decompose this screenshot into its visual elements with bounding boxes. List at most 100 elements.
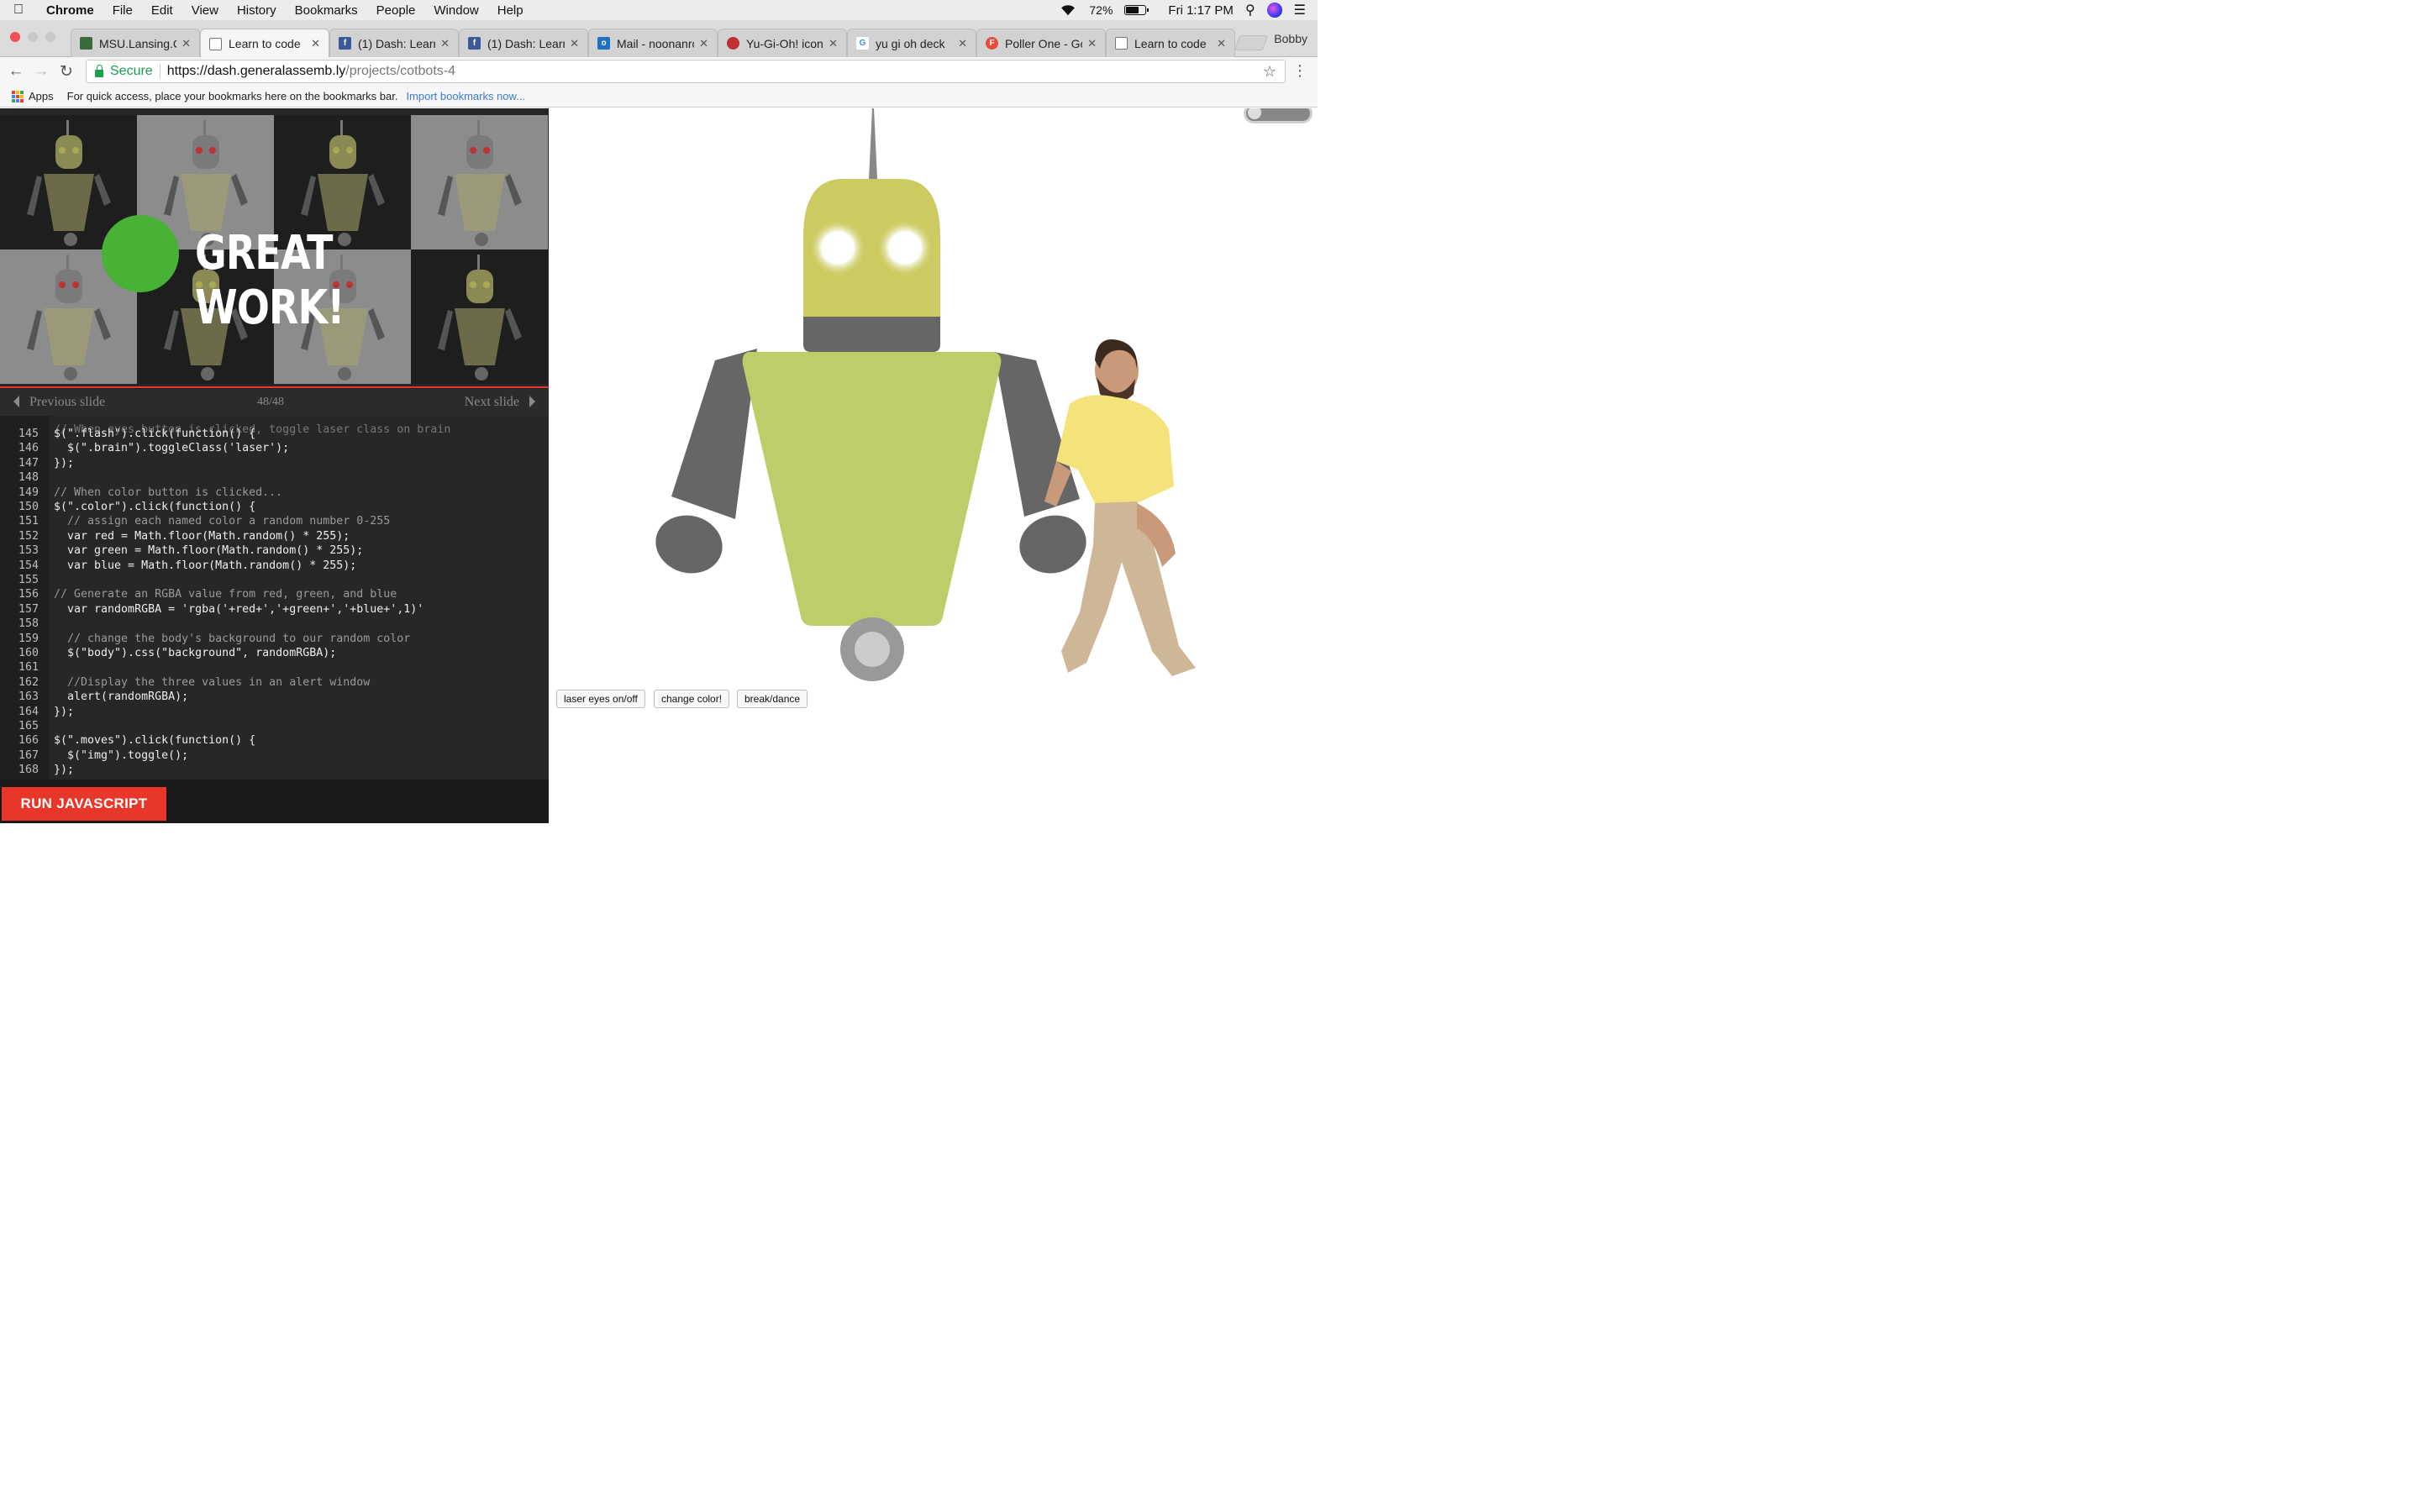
menu-view[interactable]: View	[182, 3, 228, 18]
code-text: // Generate an RGBA value from red, gree…	[54, 588, 397, 601]
line-number: 166	[18, 734, 39, 748]
code-editor[interactable]: // When eyes button is clicked, toggle l…	[0, 416, 549, 780]
previous-slide-button[interactable]: Previous slide	[13, 395, 105, 410]
address-bar[interactable]: Secure https://dash.generalassemb.ly /pr…	[86, 60, 1286, 83]
siri-icon[interactable]	[1266, 3, 1282, 18]
menu-help[interactable]: Help	[488, 3, 533, 18]
change-color-button[interactable]: change color!	[654, 690, 730, 708]
menu-clock[interactable]: Fri 1:17 PM	[1168, 3, 1234, 18]
lock-icon	[95, 64, 103, 77]
line-number: 155	[18, 574, 39, 586]
page-icon	[1115, 37, 1128, 50]
tab-title: yu gi oh deck	[876, 36, 945, 50]
slide-progress-bar	[0, 386, 549, 388]
code-text: // When color button is clicked...	[54, 486, 283, 499]
import-bookmarks-link[interactable]: Import bookmarks now...	[406, 90, 525, 102]
tab-close-icon[interactable]: ✕	[440, 37, 450, 50]
spotlight-search-icon[interactable]: ⚲	[1245, 2, 1255, 18]
tab-title: Poller One - Go	[1005, 36, 1083, 50]
menu-people[interactable]: People	[367, 3, 425, 18]
code-text: //Display the three values in an alert w…	[54, 675, 371, 689]
notification-center-icon[interactable]: ☰	[1294, 2, 1306, 18]
apps-grid-icon[interactable]	[12, 90, 24, 102]
lesson-panel: GREAT WORK! Previous slide 48/48 Next sl…	[0, 108, 549, 823]
apps-shortcut[interactable]: Apps	[29, 90, 54, 102]
browser-tab[interactable]: Gyu gi oh deck ✕	[847, 29, 976, 57]
google-icon: G	[856, 37, 869, 50]
menu-history[interactable]: History	[228, 3, 286, 18]
battery-percent: 72%	[1089, 3, 1113, 17]
fonts-icon: F	[986, 37, 998, 50]
apple-menu-icon[interactable]: 	[0, 3, 37, 18]
dancing-man-image	[1044, 339, 1196, 676]
menu-file[interactable]: File	[103, 3, 142, 18]
menu-bookmarks[interactable]: Bookmarks	[286, 3, 367, 18]
browser-tab[interactable]: Yu-Gi-Oh! icon ✕	[718, 29, 847, 57]
window-zoom-button[interactable]	[45, 32, 55, 42]
code-text: $(".color").click(function() {	[54, 501, 256, 513]
tab-close-icon[interactable]: ✕	[699, 37, 708, 50]
slide-headline: GREAT WORK!	[195, 226, 345, 335]
code-text: $("body").css("background", randomRGBA);	[54, 647, 337, 659]
browser-tab[interactable]: f (1) Dash: Learn ✕	[329, 29, 459, 57]
tab-title: Mail - noonanro	[617, 36, 695, 50]
battery-icon[interactable]	[1124, 5, 1150, 15]
tab-title: Learn to code	[229, 37, 301, 50]
tab-close-icon[interactable]: ✕	[829, 37, 838, 50]
window-close-button[interactable]	[10, 32, 20, 42]
yugioh-icon	[727, 37, 739, 50]
browser-tab[interactable]: f (1) Dash: Learn ✕	[459, 29, 588, 57]
code-text: });	[54, 456, 75, 470]
menu-edit[interactable]: Edit	[142, 3, 182, 18]
green-circle-decoration	[102, 215, 179, 292]
run-javascript-button[interactable]: RUN JAVASCRIPT	[2, 787, 166, 821]
robot-left-arm	[671, 349, 757, 519]
bookmarks-hint: For quick access, place your bookmarks h…	[66, 90, 398, 102]
tab-close-icon[interactable]: ✕	[1217, 37, 1226, 50]
tab-title: Learn to code	[1134, 36, 1207, 50]
browser-tab[interactable]: MSU.Lansing.C ✕	[71, 29, 200, 57]
bookmark-star-icon[interactable]: ☆	[1263, 63, 1276, 81]
line-number: 148	[18, 471, 39, 485]
line-number: 157	[18, 602, 39, 616]
line-number: 164	[18, 705, 39, 718]
break-dance-button[interactable]: break/dance	[737, 690, 808, 708]
new-tab-button[interactable]	[1234, 35, 1269, 50]
slide-viewer: GREAT WORK!	[0, 108, 549, 388]
profile-button[interactable]: Bobby	[1274, 32, 1307, 45]
robot-left-hand	[655, 515, 723, 574]
menu-app-name[interactable]: Chrome	[37, 3, 103, 18]
line-number: 165	[18, 720, 39, 732]
browser-tab[interactable]: o Mail - noonanro ✕	[588, 29, 718, 57]
window-minimize-button[interactable]	[28, 32, 38, 42]
browser-tab[interactable]: Learn to code ✕	[1106, 29, 1235, 57]
robot-body	[742, 352, 1002, 626]
line-number: 167	[18, 748, 39, 762]
browser-tab[interactable]: Learn to code ✕	[200, 29, 329, 58]
line-number: 152	[18, 529, 39, 543]
tab-title: Yu-Gi-Oh! icon	[746, 36, 823, 50]
laser-eyes-button[interactable]: laser eyes on/off	[556, 690, 645, 708]
run-bar: RUN JAVASCRIPT	[0, 780, 549, 823]
tab-close-icon[interactable]: ✕	[958, 37, 967, 50]
menu-window[interactable]: Window	[424, 3, 487, 18]
chrome-menu-icon[interactable]: ⋮	[1292, 62, 1307, 80]
secure-label: Secure	[110, 64, 153, 78]
browser-tab[interactable]: F Poller One - Go ✕	[976, 29, 1106, 57]
tab-close-icon[interactable]: ✕	[1087, 37, 1097, 50]
tab-close-icon[interactable]: ✕	[311, 37, 320, 50]
tab-close-icon[interactable]: ✕	[182, 37, 191, 50]
line-number: 153	[18, 544, 39, 558]
tab-close-icon[interactable]: ✕	[570, 37, 579, 50]
back-arrow-icon[interactable]: ←	[3, 62, 29, 81]
line-number: 160	[18, 647, 39, 659]
wifi-icon[interactable]	[1059, 4, 1077, 16]
next-slide-button[interactable]: Next slide	[465, 395, 535, 410]
outlook-icon: o	[597, 37, 610, 50]
code-text: });	[54, 705, 75, 718]
reload-icon[interactable]: ↻	[54, 62, 79, 81]
page-icon	[209, 37, 222, 50]
code-text: $(".brain").toggleClass('laser');	[54, 442, 290, 455]
line-number: 156	[18, 588, 39, 601]
forward-arrow-icon[interactable]: →	[29, 62, 54, 81]
